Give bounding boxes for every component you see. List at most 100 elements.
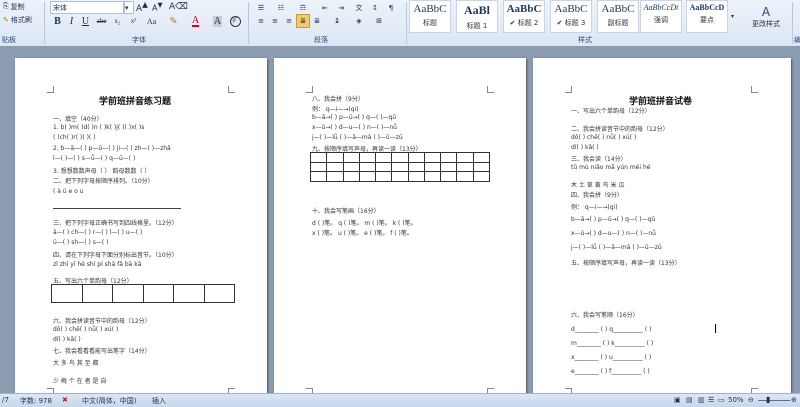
styles-group-label: 样式 (578, 36, 592, 44)
doc-line: 一、填空（40分） (53, 116, 103, 123)
change-styles-button[interactable]: A 更改样式 (740, 0, 792, 34)
enclose-char-icon: 字 (230, 15, 241, 27)
format-painter-button[interactable]: ✎ 格式刷 (3, 14, 32, 25)
page-1[interactable]: 学前班拼音练习题 一、填空（40分） 1. b( )m( )d( )n ( )k… (15, 58, 267, 393)
doc-line: zǐ zhī yī hé shí pí shā fǎ bā kā (53, 261, 142, 268)
word-count[interactable]: 字数: 978 (20, 396, 52, 406)
language-indicator[interactable]: 中文(简体，中国) (82, 396, 136, 406)
enclose-char-button[interactable]: 字 (228, 14, 243, 28)
borders-icon: ⊞ (376, 17, 382, 25)
styles-scroll-button[interactable]: ▾ (728, 0, 737, 33)
zoom-in-button[interactable]: ⊕ (791, 396, 797, 404)
style-title[interactable]: AaBbC 标题 (409, 0, 451, 33)
style-heading-2[interactable]: AaBbC ✔ 标题 2 (503, 0, 545, 33)
chinese-layout-button[interactable]: 文 (352, 1, 366, 15)
doc-line: b—ā→( ) p—ū→( ) q—( )—qū (312, 114, 397, 121)
outline-view-icon[interactable]: ☰ (708, 396, 714, 404)
italic-button[interactable]: I (64, 14, 79, 28)
crop-mark (751, 86, 758, 93)
borders-button[interactable]: ⊞ (372, 14, 386, 28)
doc-line: dǒ( ) chě( ) nǚ( ) xú( ) (53, 326, 119, 333)
font-group-label: 字体 (132, 36, 146, 44)
doc-line: 八、我会拼（9分） (312, 96, 364, 103)
clear-format-icon: A⌫ (169, 1, 188, 12)
doc-line: ā—( ) ch—( ) r—( ) l—( ) u—( ) (53, 229, 143, 236)
writing-line (53, 208, 181, 209)
doc-line: x ( )笔。 u ( )笔。 e ( )笔。 f ( )笔。 (312, 230, 413, 237)
page-2[interactable]: 八、我会拼（9分） 例： q—i—→(qi) b—ā→( ) p—ū→( ) q… (274, 58, 526, 393)
zoom-slider[interactable] (758, 400, 790, 401)
distribute-button[interactable]: ≣ (310, 14, 324, 28)
multilevel-list-button[interactable]: ☶ (296, 1, 310, 15)
superscript-button[interactable]: x² (126, 14, 141, 28)
page-title: 学前班拼音练习题 (99, 97, 172, 107)
style-strong[interactable]: AaBbCcD 要点 (686, 0, 728, 33)
paint-bucket-icon: ◈ (356, 17, 362, 25)
change-case-button[interactable]: Aa (144, 14, 159, 28)
zoom-out-button[interactable]: ⊖ (748, 396, 754, 404)
shrink-font-button[interactable]: A▼ (152, 1, 163, 13)
insert-mode-indicator[interactable]: 插入 (152, 396, 166, 406)
style-heading-3[interactable]: AaBbC ✔ 标题 3 (550, 0, 592, 33)
align-right-icon: ≡ (286, 17, 292, 25)
draft-view-icon[interactable]: ▭ (718, 396, 725, 404)
doc-line: 例： q—i—→(qi) (312, 106, 359, 113)
crop-mark (47, 86, 54, 93)
crop-mark (306, 86, 313, 93)
doc-line: dǒ( ) chě( ) nǚ( ) xú( ) (571, 134, 637, 141)
doc-line: dí( ) kǎ( ) (53, 336, 81, 343)
char-shading-button[interactable]: A (210, 14, 225, 28)
font-size-select[interactable]: ▾ (124, 1, 134, 14)
bullets-button[interactable]: ☰ (254, 1, 268, 15)
line-spacing-icon: ↨ (334, 17, 340, 25)
bold-button[interactable]: B (50, 14, 65, 28)
line-spacing-button[interactable]: ↨ (330, 14, 344, 28)
underline-button[interactable]: U (78, 14, 93, 28)
font-name-select[interactable]: 宋体 (50, 1, 124, 14)
increase-indent-button[interactable]: ⇥ (334, 1, 348, 15)
doc-line: j—( )—lǚ ( )—ā—mā ( )—ū—zū (312, 134, 403, 141)
outdent-icon: ⇤ (322, 4, 328, 12)
doc-line: tǔ mù niǎo mǎ yún méi hé (571, 164, 651, 171)
page-indicator[interactable]: /7 (2, 396, 9, 404)
divider (406, 2, 407, 44)
doc-line: 十、我会写笔画（16分） (312, 208, 380, 215)
numbering-button[interactable]: ☷ (274, 1, 288, 15)
sort-button[interactable]: ↕ (368, 1, 382, 15)
font-color-button[interactable]: A (188, 14, 203, 28)
style-subtitle[interactable]: AaBbC 副标题 (597, 0, 639, 33)
show-marks-button[interactable]: ¶ (384, 1, 398, 15)
doc-line: 六、我会写笔顺（16分） (571, 312, 639, 319)
copy-button[interactable]: ⎘ 复制 (3, 1, 25, 12)
zoom-level[interactable]: 50% (728, 396, 744, 404)
style-emphasis[interactable]: AaBbCcDt 强调 (640, 0, 682, 33)
grow-font-button[interactable]: A▲ (136, 0, 148, 14)
highlight-button[interactable]: ✎ (166, 14, 181, 28)
align-center-button[interactable]: ≡ (268, 14, 282, 28)
align-right-button[interactable]: ≡ (282, 14, 296, 28)
doc-line: 一、写出六个单韵母（12分） (571, 108, 651, 115)
shading-button[interactable]: ◈ (352, 14, 366, 28)
doc-line: ( à ü e o u (53, 188, 84, 195)
decrease-indent-button[interactable]: ⇤ (318, 1, 332, 15)
zoom-slider-thumb[interactable]: ▮ (766, 395, 770, 404)
doc-line: 四、请在下列字母下面分别标出音节。（10分） (53, 252, 178, 259)
subscript-button[interactable]: x₂ (110, 14, 125, 28)
font-color-icon: A (191, 14, 200, 27)
doc-line: j—( )—lǚ ( )—ā—mā ( )—ū—zū (571, 244, 662, 251)
print-layout-view-icon[interactable]: ▣ (674, 396, 681, 404)
doc-line: x—ū→( ) d—u—( ) n—( )—nǚ (571, 230, 656, 237)
strikethrough-button[interactable]: abe (94, 14, 109, 28)
clear-format-button[interactable]: A⌫ (169, 1, 188, 12)
document-area[interactable]: 学前班拼音练习题 一、填空（40分） 1. b( )m( )d( )n ( )k… (0, 46, 800, 393)
full-screen-view-icon[interactable]: ▤ (686, 396, 693, 404)
style-heading-1[interactable]: AaBl 标题 1 (456, 0, 498, 33)
page-3[interactable]: 学前班拼音试卷 一、写出六个单韵母（12分） 二、我会拼读音节中的韵母（12分）… (533, 58, 791, 393)
doc-line: 二、我会拼读音节中的韵母（12分） (571, 126, 669, 133)
proofing-icon[interactable]: ✖ (62, 396, 68, 404)
align-center-icon: ≡ (272, 17, 278, 25)
doc-line: ( )ch( )r( )( )( ) (53, 134, 96, 141)
align-left-button[interactable]: ≡ (254, 14, 268, 28)
web-view-icon[interactable]: ▥ (698, 396, 705, 404)
justify-button[interactable]: ≣ (296, 14, 310, 28)
